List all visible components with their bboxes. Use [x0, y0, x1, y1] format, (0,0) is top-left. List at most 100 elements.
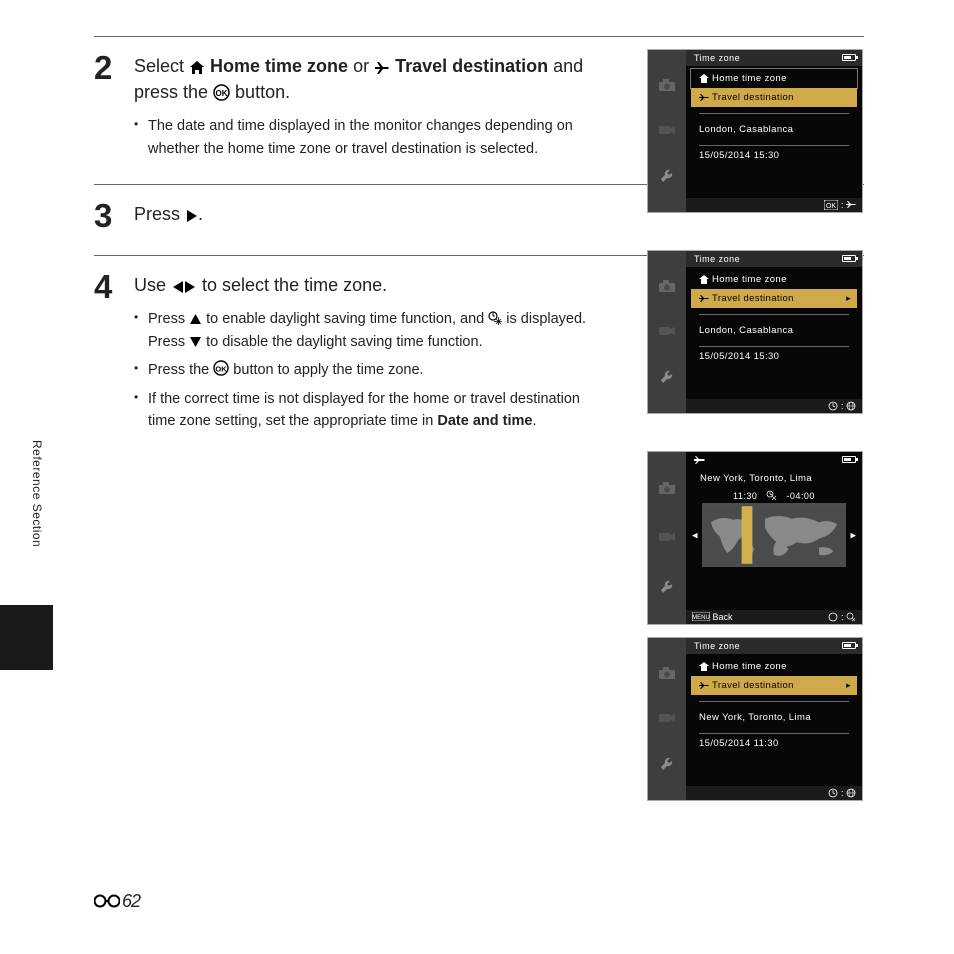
video-icon [658, 711, 676, 725]
text: to enable daylight saving time function,… [202, 311, 488, 327]
battery-icon [842, 642, 856, 649]
menu-icon: MENU [692, 612, 710, 621]
map-offset: -04:00 [786, 491, 815, 501]
bullet: The date and time displayed in the monit… [134, 115, 594, 160]
svg-text:OK: OK [216, 89, 228, 98]
plane-icon [699, 294, 709, 303]
svg-text:OK: OK [826, 203, 836, 210]
back-label[interactable]: Back [713, 612, 733, 622]
datetime-text: 15/05/2014 15:30 [691, 146, 857, 165]
step-number: 3 [94, 199, 122, 232]
video-icon [658, 530, 676, 544]
map-city-text: New York, Toronto, Lima [686, 469, 862, 488]
panel-footer: MENU Back : [686, 610, 862, 624]
step-number: 4 [94, 270, 122, 303]
travel-destination-row[interactable]: Travel destination [691, 88, 857, 107]
video-icon [658, 324, 676, 338]
travel-destination-row[interactable]: Travel destination [691, 289, 857, 308]
panel-footer: : [686, 399, 862, 413]
text: to disable the daylight saving time func… [202, 334, 483, 350]
text: button. [230, 82, 290, 102]
camera-icon [658, 78, 676, 92]
panel-title: Time zone [694, 254, 740, 264]
ok-button-icon: OK [824, 200, 838, 210]
wrench-icon [659, 756, 675, 772]
ok-button-icon: OK [213, 84, 230, 101]
text: Use [134, 275, 171, 295]
down-arrow-icon [189, 336, 202, 348]
wrench-icon [659, 369, 675, 385]
map-time: 11:30 [733, 491, 757, 501]
left-chevron-icon[interactable]: ◂ [692, 529, 698, 542]
text: Travel destination [390, 56, 548, 76]
section-tab-block [0, 605, 53, 670]
plane-icon [846, 200, 856, 209]
row-label: Home time zone [712, 661, 787, 672]
left-right-arrow-icon [171, 279, 197, 294]
datetime-text: 15/05/2014 11:30 [691, 734, 857, 753]
panel-title: Time zone [694, 53, 740, 63]
text: to select the time zone. [197, 275, 387, 295]
row-label: Travel destination [712, 293, 794, 304]
row-label: Home time zone [712, 274, 787, 285]
text: . [198, 204, 203, 224]
camera-icon [658, 666, 676, 680]
page-number: 62 [94, 891, 140, 912]
panel-title: Time zone [694, 641, 740, 651]
row-label: Travel destination [712, 92, 794, 103]
right-chevron-icon[interactable]: ▸ [850, 529, 856, 542]
camera-screenshot-map: New York, Toronto, Lima 11:30 -04:00 ◂ [647, 451, 863, 625]
text: Press [134, 204, 185, 224]
plane-icon [694, 455, 706, 465]
home-icon [699, 662, 709, 671]
clock-icon [828, 612, 838, 622]
text: . [532, 413, 536, 429]
text: Press the [148, 362, 213, 378]
wrench-icon [659, 168, 675, 184]
battery-icon [842, 54, 856, 61]
plane-icon [699, 93, 709, 102]
home-icon [699, 275, 709, 284]
camera-screenshot-4: Time zone Home time zone Travel destinat… [647, 637, 863, 801]
wrench-icon [659, 579, 675, 595]
bullet: Press the OK button to apply the time zo… [134, 359, 604, 381]
globe-icon [846, 788, 856, 798]
daylight-saving-icon [766, 490, 777, 501]
ok-button-icon: OK [213, 360, 229, 376]
datetime-text: 15/05/2014 15:30 [691, 347, 857, 366]
globe-icon [846, 401, 856, 411]
row-label: Home time zone [712, 73, 787, 84]
panel-footer: OK : [686, 198, 862, 212]
plane-icon [374, 60, 390, 75]
clock-icon [828, 788, 838, 798]
text: Home time zone [205, 56, 348, 76]
up-arrow-icon [189, 313, 202, 325]
location-text: London, Casablanca [691, 315, 857, 340]
page-number-text: 62 [122, 891, 140, 911]
home-time-zone-row[interactable]: Home time zone [691, 270, 857, 289]
reference-section-icon [94, 893, 120, 909]
camera-icon [658, 279, 676, 293]
world-map [702, 503, 846, 567]
bullet: Press to enable daylight saving time fun… [134, 308, 604, 353]
home-time-zone-row[interactable]: Home time zone [691, 657, 857, 676]
right-arrow-icon [185, 208, 198, 223]
svg-text:MENU: MENU [692, 615, 710, 621]
location-text: London, Casablanca [691, 114, 857, 139]
text: Press [148, 311, 189, 327]
home-time-zone-row[interactable]: Home time zone [691, 69, 857, 88]
svg-text:OK: OK [216, 365, 228, 374]
camera-icon [658, 481, 676, 495]
daylight-saving-icon [488, 311, 502, 325]
clock-icon [828, 401, 838, 411]
home-icon [699, 74, 709, 83]
text: or [348, 56, 374, 76]
section-tab: Reference Section [30, 440, 44, 570]
step-number: 2 [94, 51, 122, 84]
location-text: New York, Toronto, Lima [691, 702, 857, 727]
travel-destination-row[interactable]: Travel destination [691, 676, 857, 695]
panel-footer: : [686, 786, 862, 800]
text: Select [134, 56, 189, 76]
text: Date and time [437, 413, 532, 429]
row-label: Travel destination [712, 680, 794, 691]
